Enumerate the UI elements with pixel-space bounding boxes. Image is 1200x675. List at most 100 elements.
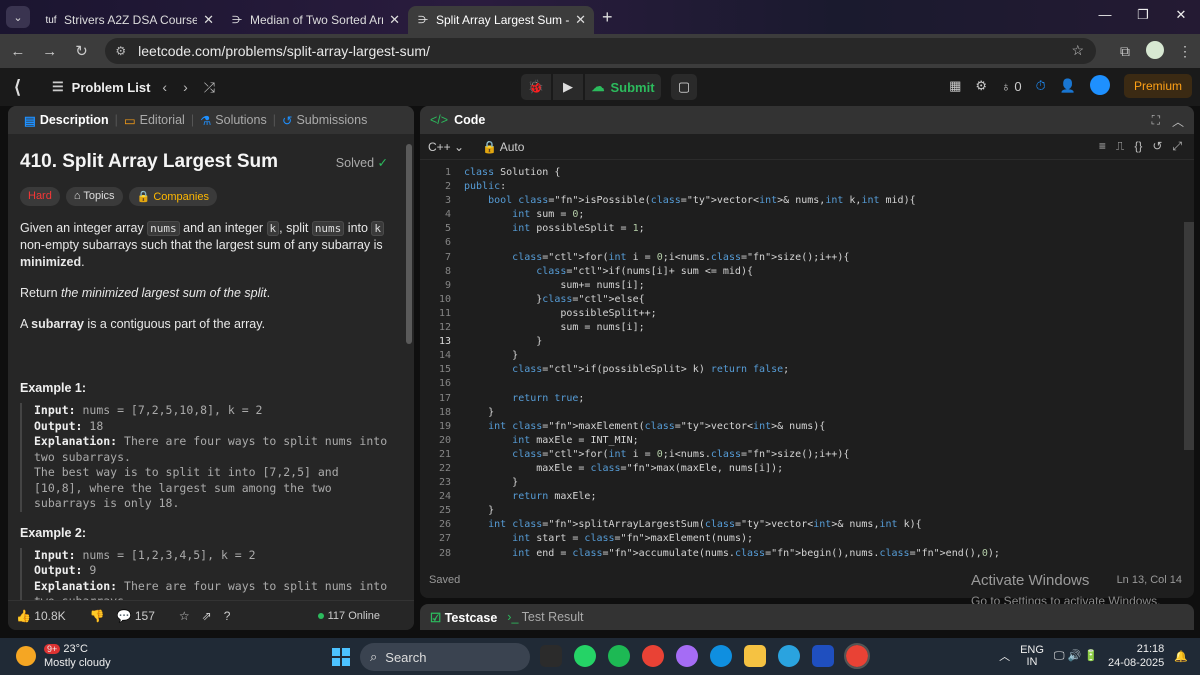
menu-kebab-icon[interactable]: ⋮ [1170, 43, 1200, 60]
code-line[interactable]: int class="fn">splitArrayLargestSum(clas… [464, 518, 1000, 532]
minimize-icon[interactable]: — [1086, 0, 1124, 30]
reload-icon[interactable]: ↻ [68, 42, 96, 60]
star-icon[interactable]: ☆ [179, 609, 190, 623]
code-editor[interactable]: 1 2 3 4 5 6 7 8 9 10 11 12 13 14 15 16 17 18 19 20 21 22 23 24 2… [420, 160, 1194, 570]
new-tab-button[interactable]: + [602, 7, 613, 28]
shuffle-icon[interactable]: ⤮ [204, 79, 215, 96]
bookmark-icon[interactable]: ⎍ [1116, 139, 1124, 154]
auto-mode[interactable]: 🔒 Auto [482, 140, 524, 154]
code-line[interactable]: return maxEle; [464, 490, 1000, 504]
tab-description[interactable]: ▤ Description [18, 113, 115, 128]
editor-scrollbar[interactable] [1184, 222, 1194, 450]
code-line[interactable]: } [464, 406, 1000, 420]
store-icon[interactable] [812, 645, 834, 667]
share-icon[interactable]: ⇗ [202, 609, 212, 623]
tab-search-dropdown[interactable]: ⌄ [6, 6, 30, 28]
tab-editorial[interactable]: ▭ Editorial [118, 113, 191, 128]
code-line[interactable]: possibleSplit++; [464, 307, 1000, 321]
premium-button[interactable]: Premium [1123, 74, 1192, 98]
like-button[interactable]: 👍 10.8K [16, 609, 78, 623]
notes-button[interactable]: ▢ [671, 74, 697, 100]
edge-icon[interactable] [710, 645, 732, 667]
code-line[interactable]: int class="fn">maxElement(class="ty">vec… [464, 420, 1000, 434]
add-friend-icon[interactable]: 👤 [1060, 78, 1076, 94]
code-line[interactable]: class="ctl">for(int i = 0;i<nums.class="… [464, 251, 1000, 265]
browser-tab-active[interactable]: ⋺ Split Array Largest Sum - LeetC ✕ [408, 6, 594, 34]
code-line[interactable]: } [464, 335, 1000, 349]
site-info-icon[interactable]: ⚙ [115, 44, 126, 58]
close-window-icon[interactable]: ✕ [1162, 0, 1200, 30]
chrome-active-icon[interactable] [844, 643, 870, 669]
file-explorer-icon[interactable] [744, 645, 766, 667]
code-line[interactable]: bool class="fn">isPossible(class="ty">ve… [464, 194, 1000, 208]
fullscreen-icon[interactable]: ⛶ [1152, 113, 1160, 130]
streak-counter[interactable]: ♁ 0 [1001, 79, 1022, 94]
code-line[interactable] [464, 377, 1000, 391]
leetcode-logo-icon[interactable]: ⟨ [14, 77, 36, 98]
code-line[interactable]: int maxEle = INT_MIN; [464, 434, 1000, 448]
network-volume-battery-icons[interactable]: 🖵 🔊 🔋 [1054, 649, 1098, 663]
code-text[interactable]: class Solution {public: bool class="fn">… [464, 166, 1000, 561]
collapse-icon[interactable]: ︿ [1172, 113, 1184, 130]
reset-icon[interactable]: ↺ [1152, 139, 1162, 154]
clock[interactable]: 21:18 24-08-2025 [1108, 642, 1164, 670]
code-line[interactable]: class="ctl">for(int i = 0;i<nums.class="… [464, 448, 1000, 462]
tray-overflow-icon[interactable]: ︿ [999, 648, 1010, 664]
code-line[interactable]: int end = class="fn">accumulate(nums.cla… [464, 547, 1000, 561]
code-line[interactable]: int possibleSplit = 1; [464, 222, 1000, 236]
next-problem-icon[interactable]: › [183, 79, 188, 96]
restore-icon[interactable]: ❐ [1124, 0, 1162, 30]
code-line[interactable]: class="ctl">if(possibleSplit> k) return … [464, 363, 1000, 377]
topics-tag[interactable]: ⌂ Topics [65, 187, 123, 206]
copilot-icon[interactable] [676, 645, 698, 667]
expand-icon[interactable]: ⤢ [1172, 139, 1182, 154]
code-line[interactable]: } [464, 476, 1000, 490]
tab-test-result[interactable]: ›_ Test Result [507, 610, 583, 624]
telegram-icon[interactable] [778, 645, 800, 667]
whatsapp-icon[interactable] [574, 645, 596, 667]
weather-widget[interactable]: 9+ 23°C Mostly cloudy [16, 642, 111, 670]
extensions-icon[interactable]: ⧉ [1110, 43, 1140, 60]
user-avatar[interactable] [1089, 74, 1110, 98]
chrome-icon[interactable] [642, 645, 664, 667]
difficulty-badge[interactable]: Hard [20, 187, 60, 206]
code-line[interactable]: class Solution { [464, 166, 1000, 180]
comments-button[interactable]: 💬 157 [117, 609, 167, 623]
problem-list-button[interactable]: ☰ Problem List [52, 79, 150, 95]
code-line[interactable]: maxEle = class="fn">max(maxEle, nums[i])… [464, 462, 1000, 476]
layout-icon[interactable]: ▦ [949, 78, 961, 94]
code-line[interactable]: }class="ctl">else{ [464, 293, 1000, 307]
language-indicator[interactable]: ENG IN [1020, 644, 1044, 668]
close-icon[interactable]: ✕ [575, 12, 586, 28]
tab-testcase[interactable]: ☑ Testcase [430, 610, 497, 625]
taskbar-search[interactable]: ⌕ Search [360, 643, 530, 671]
timer-icon[interactable]: ⏱ [1036, 78, 1046, 94]
back-icon[interactable]: ← [4, 43, 32, 60]
tab-solutions[interactable]: ⚗ Solutions [194, 113, 273, 128]
windows-start-icon[interactable] [332, 648, 350, 666]
code-line[interactable]: return true; [464, 392, 1000, 406]
close-icon[interactable]: ✕ [389, 12, 400, 28]
companies-tag[interactable]: 🔒 Companies [128, 187, 217, 206]
run-button[interactable]: ▶ [553, 74, 583, 100]
task-view-icon[interactable] [540, 645, 562, 667]
forward-icon[interactable]: → [36, 43, 64, 60]
help-icon[interactable]: ? [224, 609, 231, 623]
code-line[interactable]: } [464, 504, 1000, 518]
description-scrollbar[interactable] [406, 144, 412, 344]
code-line[interactable]: sum+= nums[i]; [464, 279, 1000, 293]
browser-tab[interactable]: ⋺ Median of Two Sorted Arrays - ✕ [222, 6, 408, 34]
braces-icon[interactable]: {} [1134, 139, 1142, 154]
code-line[interactable]: int start = class="fn">maxElement(nums); [464, 532, 1000, 546]
browser-tab[interactable]: tuf Strivers A2Z DSA Course/Sheet ✕ [36, 6, 222, 34]
url-input[interactable]: ⚙ leetcode.com/problems/split-array-larg… [105, 38, 1097, 64]
dislike-icon[interactable]: 👎 [90, 609, 105, 623]
submit-button[interactable]: ☁ Submit [585, 74, 661, 100]
code-line[interactable]: } [464, 349, 1000, 363]
bookmark-star-icon[interactable]: ☆ [1071, 42, 1084, 59]
prev-problem-icon[interactable]: ‹ [162, 79, 167, 96]
profile-avatar[interactable] [1140, 40, 1170, 62]
language-select[interactable]: C++ ⌄ [428, 140, 464, 154]
debug-button[interactable]: 🐞 [521, 74, 551, 100]
spotify-icon[interactable] [608, 645, 630, 667]
